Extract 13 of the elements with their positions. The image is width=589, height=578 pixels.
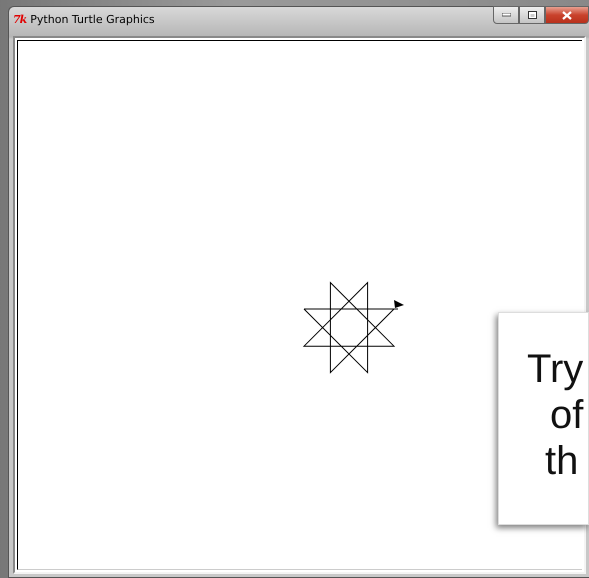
close-button[interactable] [545, 6, 589, 24]
window-title: Python Turtle Graphics [30, 12, 156, 26]
maximize-icon [528, 11, 536, 19]
minimize-icon [502, 13, 510, 17]
turtle-icon [394, 300, 404, 308]
app-icon: 7k [13, 12, 26, 26]
card-text: of [549, 392, 584, 438]
card-text: th [544, 438, 580, 484]
line-segment [394, 308, 398, 310]
minimize-button[interactable] [493, 6, 519, 24]
close-icon [562, 10, 572, 20]
card-text: Try [526, 346, 584, 392]
maximize-button[interactable] [519, 6, 545, 24]
